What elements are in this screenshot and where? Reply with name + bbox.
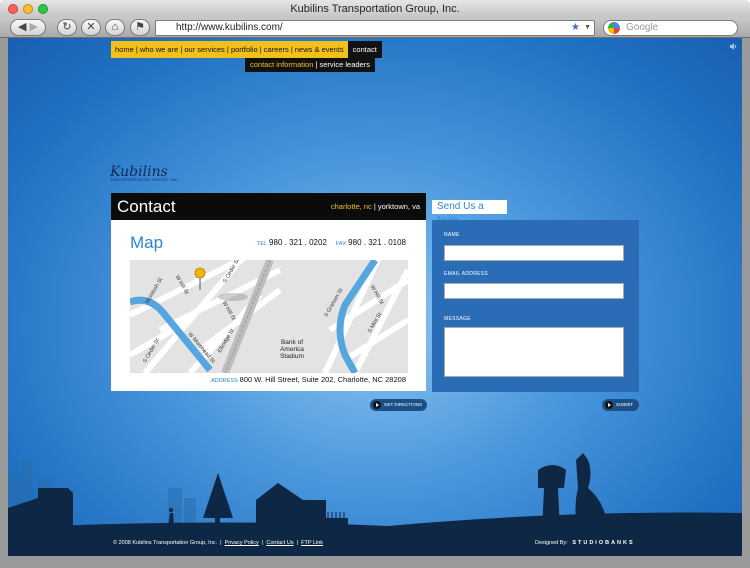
message-label: MESSAGE (444, 316, 471, 322)
web-page: home | who we are | our services | portf… (8, 38, 742, 556)
footer-right: Designed By: STUDIOBANKS (535, 540, 635, 546)
poi-bank-of-america-stadium: Bank of America Stadium (280, 339, 304, 360)
bookmarks-icon: ⚑ (135, 21, 145, 33)
phone-numbers: TEL 980 . 321 . 0202 FAX 980 . 321 . 0108 (257, 238, 406, 247)
reload-button[interactable]: ↻ (57, 19, 77, 36)
back-forward-buttons[interactable]: ◀ ▶ (10, 19, 46, 36)
designed-by-label: Designed By: (535, 540, 568, 546)
footer: © 2008 Kubilins Transportation Group, In… (8, 534, 742, 556)
city-selector: charlotte, nc | yorktown, va (330, 202, 420, 211)
nav-news-events[interactable]: news & events (295, 45, 344, 54)
nav-careers[interactable]: careers (264, 45, 289, 54)
nav-who-we-are[interactable]: who we are (140, 45, 178, 54)
email-field[interactable] (444, 283, 624, 299)
get-directions-label: GET DIRECTIONS (384, 402, 423, 407)
url-text: http://www.kubilins.com/ (176, 22, 283, 33)
subnav-service-leaders[interactable]: service leaders (320, 60, 370, 69)
nav-contact[interactable]: contact (347, 41, 382, 58)
google-icon[interactable] (608, 22, 620, 34)
window-controls (8, 4, 48, 14)
main-nav: home | who we are | our services | portf… (111, 41, 382, 58)
email-label: EMAIL ADDRESS (444, 271, 489, 277)
sub-nav: contact information | service leaders (245, 58, 375, 72)
main-nav-links: home | who we are | our services | portf… (111, 41, 348, 58)
designer-link[interactable]: STUDIOBANKS (572, 540, 634, 546)
tel-number: 980 . 321 . 0202 (269, 238, 327, 247)
map-card: Map TEL 980 . 321 . 0202 FAX 980 . 321 . 0… (111, 220, 426, 391)
nav-portfolio[interactable]: portfolio (231, 45, 258, 54)
address-text: 800 W. Hill Street, Suite 202, Charlotte… (239, 375, 406, 384)
address-line: ADDRESS 800 W. Hill Street, Suite 202, Ch… (211, 375, 406, 384)
location-map[interactable]: Mcintosh St W Hill St S Cedar St W Hill … (130, 260, 408, 373)
send-note-tab: Send Us a Note (432, 200, 507, 226)
fax-number: 980 . 321 . 0108 (348, 238, 406, 247)
home-icon: ⌂ (111, 21, 119, 33)
name-field[interactable] (444, 245, 624, 261)
speaker-icon[interactable] (730, 43, 738, 50)
contact-header: Contact charlotte, nc | yorktown, va (111, 193, 426, 220)
note-form: NAME EMAIL ADDRESS MESSAGE (432, 220, 639, 392)
company-logo[interactable]: Kubilins TRANSPORTATION GROUP, INC. (110, 164, 184, 186)
get-directions-button[interactable]: GET DIRECTIONS (370, 399, 427, 411)
bookmarks-button[interactable]: ⚑ (130, 19, 150, 36)
close-window-button[interactable] (8, 4, 18, 14)
back-icon[interactable]: ◀ (18, 21, 26, 33)
minimize-window-button[interactable] (23, 4, 33, 14)
map-title: Map (130, 233, 164, 252)
title-bar: Kubilins Transportation Group, Inc. (0, 0, 750, 18)
submit-button[interactable]: SUBMIT (602, 399, 639, 411)
map-graphic (130, 260, 408, 373)
browser-window: Kubilins Transportation Group, Inc. ◀ ▶ … (0, 0, 750, 568)
search-placeholder: Google (626, 22, 659, 33)
stop-button[interactable]: ✕ (81, 19, 101, 36)
search-field[interactable]: Google (603, 20, 738, 36)
copyright: © 2008 Kubilins Transportation Group, In… (113, 540, 218, 546)
ftp-link[interactable]: FTP Link (301, 540, 323, 546)
history-dropdown-icon[interactable]: ▼ (584, 21, 591, 35)
bookmark-star-icon[interactable]: ★ (571, 21, 580, 35)
address-bar[interactable]: http://www.kubilins.com/ ★ ▼ (155, 20, 595, 36)
submit-label: SUBMIT (616, 402, 634, 407)
forward-icon[interactable]: ▶ (30, 21, 38, 33)
play-icon (605, 401, 613, 409)
privacy-policy-link[interactable]: Privacy Policy (225, 540, 259, 546)
footer-left: © 2008 Kubilins Transportation Group, In… (113, 540, 324, 546)
fax-label: FAX (335, 241, 347, 247)
logo-subtitle: TRANSPORTATION GROUP, INC. (110, 177, 180, 182)
address-label: ADDRESS (211, 378, 238, 384)
window-title: Kubilins Transportation Group, Inc. (290, 3, 460, 15)
name-label: NAME (444, 232, 460, 238)
tel-label: TEL (256, 241, 268, 247)
message-field[interactable] (444, 327, 624, 377)
city-yorktown[interactable]: yorktown, va (378, 202, 420, 211)
zoom-window-button[interactable] (38, 4, 48, 14)
home-button[interactable]: ⌂ (105, 19, 125, 36)
nav-home[interactable]: home (115, 45, 134, 54)
browser-toolbar: ◀ ▶ ↻ ✕ ⌂ ⚑ http://www.kubilins.com/ ★ ▼… (0, 18, 750, 38)
contact-us-link[interactable]: Contact Us (266, 540, 293, 546)
stop-icon: ✕ (86, 21, 96, 33)
page-title: Contact (117, 197, 176, 216)
play-icon (373, 401, 381, 409)
city-charlotte[interactable]: charlotte, nc (331, 202, 372, 211)
reload-icon: ↻ (62, 21, 72, 33)
nav-our-services[interactable]: our services (184, 45, 224, 54)
subnav-contact-information[interactable]: contact information (250, 60, 313, 69)
